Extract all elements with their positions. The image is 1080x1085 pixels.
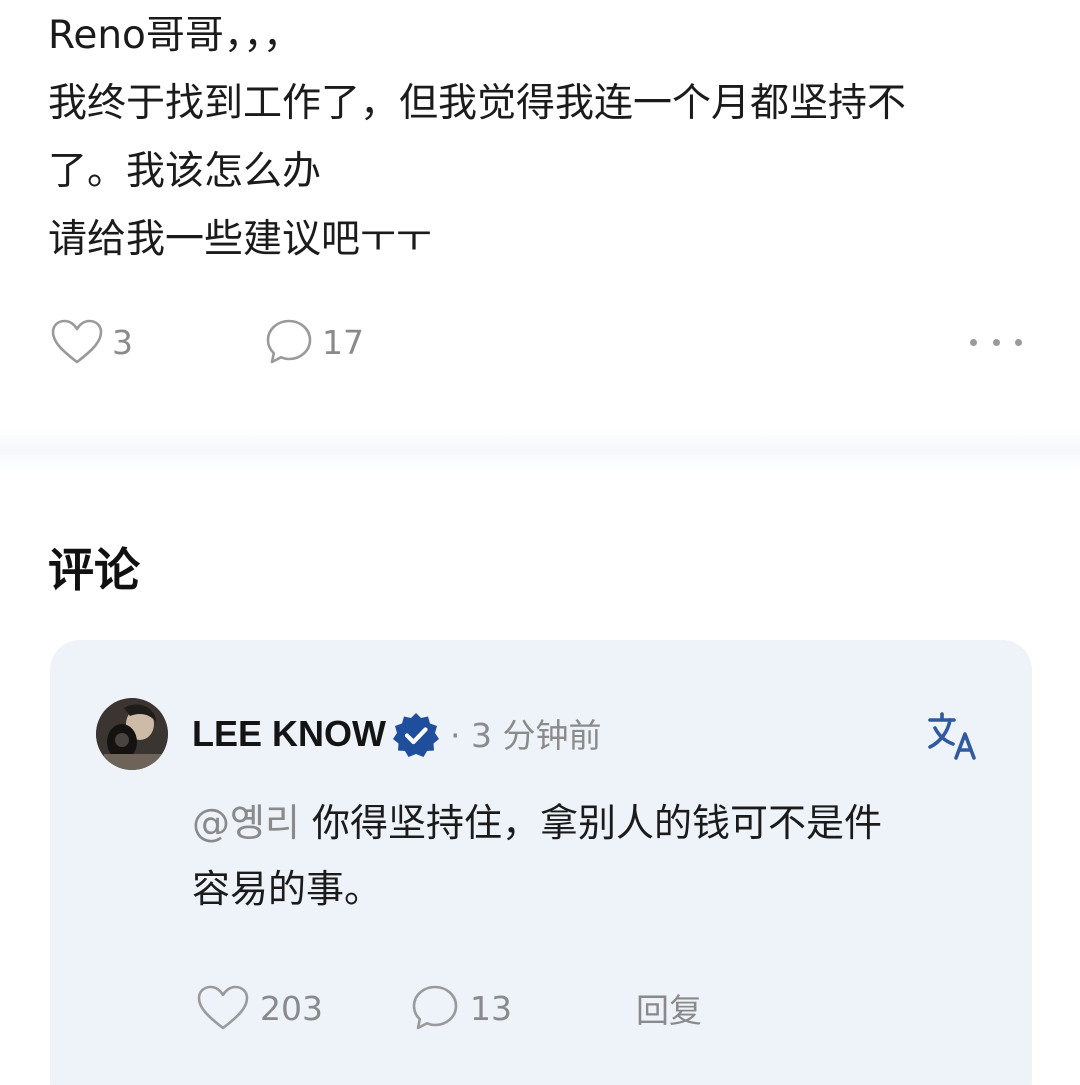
post-like-button[interactable]: 3 [50,312,133,372]
comment-bubble-icon [266,319,312,364]
reply-button[interactable]: 回复 [636,978,702,1038]
post-action-bar: 3 17 [50,312,1030,372]
comment-like-button[interactable]: 203 [196,978,323,1038]
comment-card: LEE KNOW · 3 分钟前 @옝리 你得坚持住，拿别人的钱可不是件 容易的… [50,640,1032,1085]
post-like-count: 3 [112,322,133,362]
translate-icon[interactable] [926,710,980,762]
post-line: 我终于找到工作了，但我觉得我连一个月都坚持不 [48,81,907,126]
page: Reno哥哥，，， 我终于找到工作了，但我觉得我连一个月都坚持不 了。我该怎么办… [0,0,1080,1085]
post-line: 了。我该怎么办 [48,149,322,194]
comment-author-name[interactable]: LEE KNOW [192,708,386,760]
more-options-button[interactable] [970,324,1022,360]
more-icon-dot [992,338,1000,346]
more-icon-dot [970,338,977,346]
post-line: Reno哥哥，，， [48,13,302,58]
heart-icon [51,319,103,364]
post-comment-button[interactable]: 17 [264,312,364,372]
mention-link[interactable]: @옝리 [192,801,300,845]
more-icon-dot [1015,338,1022,346]
comment-like-count: 203 [260,988,323,1028]
comments-heading: 评论 [48,543,140,597]
avatar-image [96,698,168,770]
avatar[interactable] [96,698,168,770]
verified-badge-icon [393,713,439,757]
post-body: Reno哥哥，，， 我终于找到工作了，但我觉得我连一个月都坚持不 了。我该怎么办… [48,2,1028,274]
comment-action-bar: 203 13 回复 [196,978,996,1038]
comment-body: @옝리 你得坚持住，拿别人的钱可不是件 容易的事。 [192,790,992,922]
comment-bubble-icon [412,985,458,1030]
post-comment-count: 17 [322,322,364,362]
comment-text: 你得坚持住，拿别人的钱可不是件 [299,801,883,845]
comment-timestamp: · 3 分钟前 [450,716,602,755]
comment-reply-count-button[interactable]: 13 [410,978,512,1038]
section-divider [0,430,1080,470]
comment-line: 容易的事。 [192,867,383,911]
post-line: 请给我一些建议吧ㅜㅜ [48,217,432,262]
comment-reply-count: 13 [470,988,512,1028]
comment-line: @옝리 你得坚持住，拿别人的钱可不是件 [192,790,992,856]
heart-icon [197,985,249,1030]
